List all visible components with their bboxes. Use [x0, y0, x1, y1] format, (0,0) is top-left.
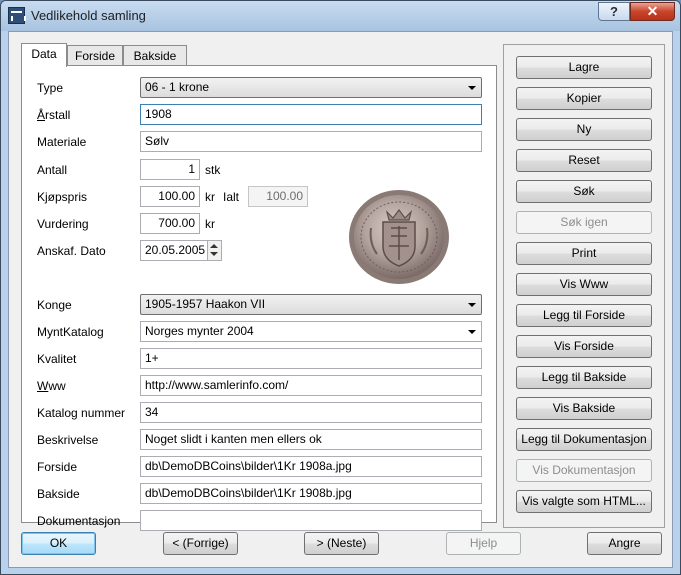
show-back-button[interactable]: Vis Bakside [516, 397, 652, 420]
close-icon: ✕ [646, 3, 659, 19]
title-help-button[interactable]: ? [598, 2, 630, 21]
catalog-number-label: Katalog nummer [37, 406, 126, 420]
chevron-down-icon [468, 86, 476, 90]
quality-label: Kvalitet [37, 352, 77, 366]
date-spinner[interactable] [207, 241, 221, 260]
count-label: Antall [37, 163, 68, 177]
year-input[interactable]: 1908 [140, 104, 482, 125]
show-documentation-button[interactable]: Vis Dokumentasjon [516, 459, 652, 482]
king-select[interactable]: 1905-1957 Haakon VII [140, 294, 482, 315]
tab-forside[interactable]: Forside [67, 45, 123, 67]
acquired-label: Anskaf. Dato [37, 244, 106, 258]
valuation-input[interactable]: 700.00 [140, 213, 200, 234]
add-front-button[interactable]: Legg til Forside [516, 304, 652, 327]
documentation-input[interactable] [140, 510, 482, 531]
previous-button[interactable]: < (Forrige) [163, 532, 238, 555]
close-button[interactable]: ✕ [630, 2, 675, 21]
action-panel: Lagre Kopier Ny Reset Søk Søk igen Print… [503, 44, 665, 528]
front-image-input[interactable]: db\DemoDBCoins\bilder\1Kr 1908a.jpg [140, 456, 482, 477]
dialog-client: Data Forside Bakside Type 06 - 1 krone Å… [8, 31, 673, 568]
show-front-button[interactable]: Vis Forside [516, 335, 652, 358]
catalog-number-input[interactable]: 34 [140, 402, 482, 423]
material-input[interactable]: Sølv [140, 131, 482, 152]
www-label: Www [37, 379, 66, 393]
show-selected-html-button[interactable]: Vis valgte som HTML... [516, 490, 652, 513]
spin-up-icon[interactable] [210, 244, 218, 248]
coin-image [349, 190, 449, 284]
type-value: 06 - 1 krone [145, 80, 210, 94]
back-image-input[interactable]: db\DemoDBCoins\bilder\1Kr 1908b.jpg [140, 483, 482, 504]
help-button[interactable]: Hjelp [446, 532, 521, 555]
acquired-date-input[interactable]: 20.05.2005 [140, 240, 222, 261]
material-label: Materiale [37, 135, 87, 149]
copy-button[interactable]: Kopier [516, 87, 652, 110]
total-input: 100.00 [248, 186, 308, 207]
add-documentation-button[interactable]: Legg til Dokumentasjon [516, 428, 652, 451]
price-label: Kjøpspris [37, 190, 88, 204]
price-input[interactable]: 100.00 [140, 186, 200, 207]
tab-bakside[interactable]: Bakside [123, 45, 187, 67]
next-button[interactable]: > (Neste) [304, 532, 379, 555]
www-input[interactable]: http://www.samlerinfo.com/ [140, 375, 482, 396]
search-button[interactable]: Søk [516, 180, 652, 203]
add-back-button[interactable]: Legg til Bakside [516, 366, 652, 389]
reset-button[interactable]: Reset [516, 149, 652, 172]
new-button[interactable]: Ny [516, 118, 652, 141]
chevron-down-icon [468, 303, 476, 307]
acquired-date-value: 20.05.2005 [145, 243, 206, 257]
show-www-button[interactable]: Vis Www [516, 273, 652, 296]
back-label: Bakside [37, 487, 80, 501]
type-select[interactable]: 06 - 1 krone [140, 77, 482, 98]
chevron-down-icon [468, 330, 476, 334]
description-label: Beskrivelse [37, 433, 99, 447]
data-tab-panel: Type 06 - 1 krone Årstall 1908 Materiale… [21, 65, 497, 531]
valuation-unit: kr [205, 217, 215, 231]
count-unit: stk [205, 163, 221, 177]
search-again-button[interactable]: Søk igen [516, 211, 652, 234]
print-button[interactable]: Print [516, 242, 652, 265]
tab-data[interactable]: Data [21, 43, 67, 67]
front-label: Forside [37, 460, 78, 474]
spin-down-icon[interactable] [210, 252, 218, 256]
window-title: Vedlikehold samling [31, 8, 146, 23]
cancel-button[interactable]: Angre [587, 532, 662, 555]
count-input[interactable]: 1 [140, 159, 200, 180]
type-label: Type [37, 81, 64, 95]
save-button[interactable]: Lagre [516, 56, 652, 79]
total-label: Ialt [223, 190, 240, 204]
catalog-value: Norges mynter 2004 [145, 324, 254, 338]
king-label: Konge [37, 298, 72, 312]
app-icon [8, 7, 26, 24]
catalog-label: MyntKatalog [37, 325, 104, 339]
quality-input[interactable]: 1+ [140, 348, 482, 369]
title-bar[interactable]: Vedlikehold samling ? ✕ [1, 1, 680, 31]
king-value: 1905-1957 Haakon VII [145, 297, 266, 311]
documentation-label: Dokumentasjon [37, 514, 121, 528]
dialog-window: Vedlikehold samling ? ✕ Data Forside Bak… [0, 0, 681, 575]
ok-button[interactable]: OK [21, 532, 96, 555]
description-input[interactable]: Noget slidt i kanten men ellers ok [140, 429, 482, 450]
valuation-label: Vurdering [37, 217, 89, 231]
catalog-select[interactable]: Norges mynter 2004 [140, 321, 482, 342]
year-label: Årstall [37, 108, 71, 122]
price-unit: kr [205, 190, 215, 204]
